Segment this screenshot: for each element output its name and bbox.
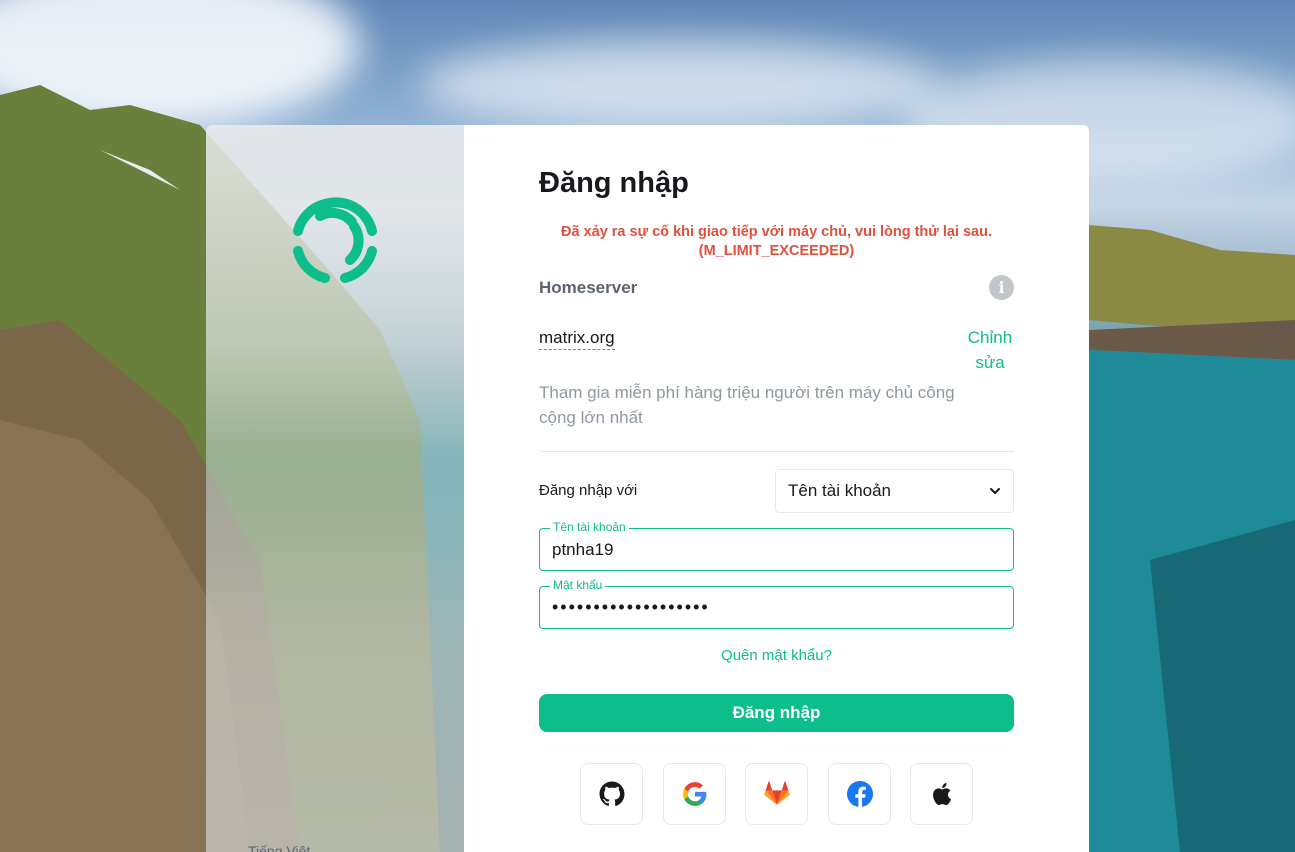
chevron-down-icon bbox=[990, 488, 1000, 494]
google-sso-button[interactable] bbox=[663, 763, 726, 825]
login-card: Tiếng Việt Đăng nhập Đã xảy ra sự cố khi… bbox=[206, 125, 1089, 852]
element-logo-icon bbox=[293, 197, 377, 283]
password-field[interactable]: Mật khẩu ••••••••••••••••••• bbox=[539, 578, 1014, 629]
login-form: Đăng nhập Đã xảy ra sự cố khi giao tiếp … bbox=[464, 125, 1089, 852]
homeserver-name[interactable]: matrix.org bbox=[539, 328, 615, 350]
facebook-icon bbox=[846, 781, 873, 807]
username-input[interactable]: ptnha19 bbox=[552, 540, 613, 560]
homeserver-description: Tham gia miễn phí hàng triệu người trên … bbox=[539, 383, 955, 427]
homeserver-edit-button[interactable]: Chỉnh sửa bbox=[959, 325, 1021, 375]
apple-sso-button[interactable] bbox=[910, 763, 973, 825]
login-type-value: Tên tài khoản bbox=[788, 481, 892, 500]
google-icon bbox=[682, 782, 706, 806]
gitlab-sso-button[interactable] bbox=[745, 763, 808, 825]
password-input[interactable]: ••••••••••••••••••• bbox=[552, 597, 710, 618]
login-button[interactable]: Đăng nhập bbox=[539, 694, 1014, 732]
page-title: Đăng nhập bbox=[539, 167, 689, 199]
homeserver-label: Homeserver bbox=[539, 278, 638, 297]
login-type-select[interactable]: Tên tài khoản bbox=[775, 469, 1014, 513]
gitlab-icon bbox=[763, 781, 790, 805]
username-label: Tên tài khoản bbox=[550, 520, 629, 534]
divider bbox=[539, 451, 1014, 452]
forgot-password-link[interactable]: Quên mật khẩu? bbox=[539, 647, 1014, 664]
facebook-sso-button[interactable] bbox=[828, 763, 891, 825]
side-panel: Tiếng Việt bbox=[206, 125, 464, 852]
apple-icon bbox=[932, 783, 951, 806]
info-icon[interactable]: i bbox=[989, 275, 1014, 300]
username-field[interactable]: Tên tài khoản ptnha19 bbox=[539, 520, 1014, 571]
error-message: Đã xảy ra sự cố khi giao tiếp với máy ch… bbox=[539, 223, 1014, 261]
github-icon bbox=[599, 781, 624, 807]
language-selector[interactable]: Tiếng Việt bbox=[248, 843, 310, 852]
login-with-label: Đăng nhập với bbox=[539, 482, 638, 499]
error-line: Đã xảy ra sự cố khi giao tiếp với máy ch… bbox=[561, 224, 992, 240]
error-code: (M_LIMIT_EXCEEDED) bbox=[698, 243, 855, 259]
github-sso-button[interactable] bbox=[580, 763, 643, 825]
password-label: Mật khẩu bbox=[550, 578, 606, 592]
